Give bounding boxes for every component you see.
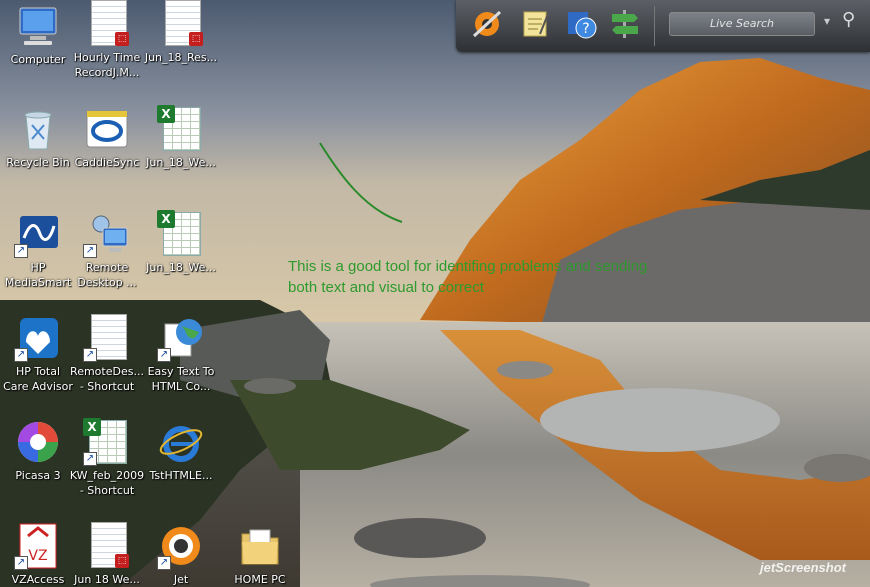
shortcut-arrow-icon: ↗ <box>83 452 97 466</box>
desktop-icon-label: Hourly Time RecordJ.M... <box>73 51 141 79</box>
desktop: Computer Recycle Bin ↗ HP MediaSmart ↗ H… <box>0 0 870 587</box>
desktop-icon-caddiesync[interactable]: CaddieSync <box>69 105 145 170</box>
computer-icon <box>14 2 62 50</box>
caddiesync-icon <box>83 105 131 153</box>
desktop-icon-jun-18-we-xls-1[interactable]: X Jun_18_We... <box>143 105 219 170</box>
shortcut-arrow-icon: ↗ <box>83 244 97 258</box>
desktop-icon-vzaccess[interactable]: VZ ↗ VZAccess <box>0 522 76 587</box>
desktop-icon-label: Jun 18 We... <box>74 573 140 586</box>
windows-sidebar: ? Live Search ▾ ⚲ <box>456 0 870 52</box>
sidebar-divider <box>654 6 655 46</box>
text-file-icon: ↗ <box>83 314 131 362</box>
desktop-icon-label: HP MediaSmart <box>4 261 72 289</box>
desktop-icon-label: RemoteDes... - Shortcut <box>70 365 144 393</box>
shortcut-arrow-icon: ↗ <box>14 244 28 258</box>
help-gadget[interactable]: ? <box>564 8 598 40</box>
desktop-icon-label: Recycle Bin <box>6 156 70 169</box>
desktop-icon-label: Picasa 3 <box>15 469 61 482</box>
desktop-icon-label: VZAccess <box>11 573 65 586</box>
live-search-input[interactable]: Live Search <box>669 12 815 36</box>
excel-file-icon: X <box>157 105 205 153</box>
shortcut-arrow-icon: ↗ <box>157 556 171 570</box>
annotation-text: This is a good tool for identifing probl… <box>288 256 647 298</box>
desktop-icon-jun-18-res[interactable]: ⬚ Jun_18_Res... <box>143 0 219 65</box>
desktop-icon-label: Remote Desktop ... <box>77 261 137 289</box>
desktop-icon-remotedesktop-shortcut[interactable]: ↗ RemoteDes... - Shortcut <box>69 314 145 394</box>
excel-file-icon: X <box>157 210 205 258</box>
media-gadget[interactable] <box>470 8 504 40</box>
desktop-icon-label: Easy Text To HTML Co... <box>147 365 215 393</box>
jet-icon: ↗ <box>157 522 205 570</box>
desktop-icon-label: Jun_18_Res... <box>144 51 218 64</box>
notes-gadget[interactable] <box>518 8 552 40</box>
vzaccess-icon: VZ ↗ <box>14 522 62 570</box>
folder-icon <box>236 522 284 570</box>
desktop-icon-jun-18-we-xls-2[interactable]: X Jun_18_We... <box>143 210 219 275</box>
desktop-icon-kw-feb-2009[interactable]: X ↗ KW_feb_2009 - Shortcut <box>69 418 145 498</box>
internet-explorer-icon <box>157 418 205 466</box>
desktop-icon-computer[interactable]: Computer <box>0 2 76 67</box>
svg-text:VZ: VZ <box>28 548 47 564</box>
desktop-icon-label: Jun_18_We... <box>146 261 216 274</box>
desktop-icon-easy-text-to-html[interactable]: ↗ Easy Text To HTML Co... <box>143 314 219 394</box>
desktop-icon-label: KW_feb_2009 - Shortcut <box>69 469 145 497</box>
shortcut-arrow-icon: ↗ <box>83 348 97 362</box>
excel-file-icon: X ↗ <box>83 418 131 466</box>
desktop-icon-home-pc[interactable]: HOME PC <box>222 522 298 587</box>
desktop-icon-hp-total-care-advisor[interactable]: ↗ HP Total Care Advisor <box>0 314 76 394</box>
desktop-icon-label: HP Total Care Advisor <box>3 365 73 393</box>
remote-desktop-icon: ↗ <box>83 210 131 258</box>
desktop-icon-label: Computer <box>10 53 66 66</box>
annotation-line: both text and visual to correct <box>288 279 484 296</box>
desktop-icon-label: Jun_18_We... <box>146 156 216 169</box>
desktop-icon-hp-mediasmart[interactable]: ↗ HP MediaSmart <box>0 210 76 290</box>
desktop-icon-jun-18-we-pdf[interactable]: ⬚ Jun 18 We... <box>69 522 145 587</box>
desktop-icon-label: HOME PC <box>234 573 286 586</box>
hp-total-care-icon: ↗ <box>14 314 62 362</box>
desktop-icon-jet[interactable]: ↗ Jet <box>143 522 219 587</box>
annotation-line: This is a good tool for identifing probl… <box>288 258 648 275</box>
pdf-file-icon: ⬚ <box>157 0 205 48</box>
hp-mediasmart-icon: ↗ <box>14 210 62 258</box>
watermark: jetScreenshot <box>760 560 846 575</box>
desktop-icon-picasa[interactable]: Picasa 3 <box>0 418 76 483</box>
desktop-icon-label: Jet <box>173 573 189 586</box>
recycle-bin-icon <box>14 105 62 153</box>
globe-icon: ↗ <box>157 314 205 362</box>
desktop-icon-remote-desktop[interactable]: ↗ Remote Desktop ... <box>69 210 145 290</box>
shortcut-arrow-icon: ↗ <box>14 348 28 362</box>
sidebar-switch-gadget[interactable] <box>608 8 642 40</box>
search-dropdown-icon[interactable]: ▾ <box>824 14 830 28</box>
shortcut-arrow-icon: ↗ <box>157 348 171 362</box>
picasa-icon <box>14 418 62 466</box>
desktop-icon-label: TstHTMLE... <box>149 469 213 482</box>
svg-text:?: ? <box>582 21 589 37</box>
search-icon[interactable]: ⚲ <box>842 9 855 30</box>
desktop-icon-recycle-bin[interactable]: Recycle Bin <box>0 105 76 170</box>
desktop-icon-tsthtmle[interactable]: TstHTMLE... <box>143 418 219 483</box>
shortcut-arrow-icon: ↗ <box>14 556 28 570</box>
desktop-icon-label: CaddieSync <box>74 156 140 169</box>
pdf-file-icon: ⬚ <box>83 522 131 570</box>
pdf-file-icon: ⬚ <box>83 0 131 48</box>
desktop-icon-hourly-time-record[interactable]: ⬚ Hourly Time RecordJ.M... <box>69 0 145 80</box>
